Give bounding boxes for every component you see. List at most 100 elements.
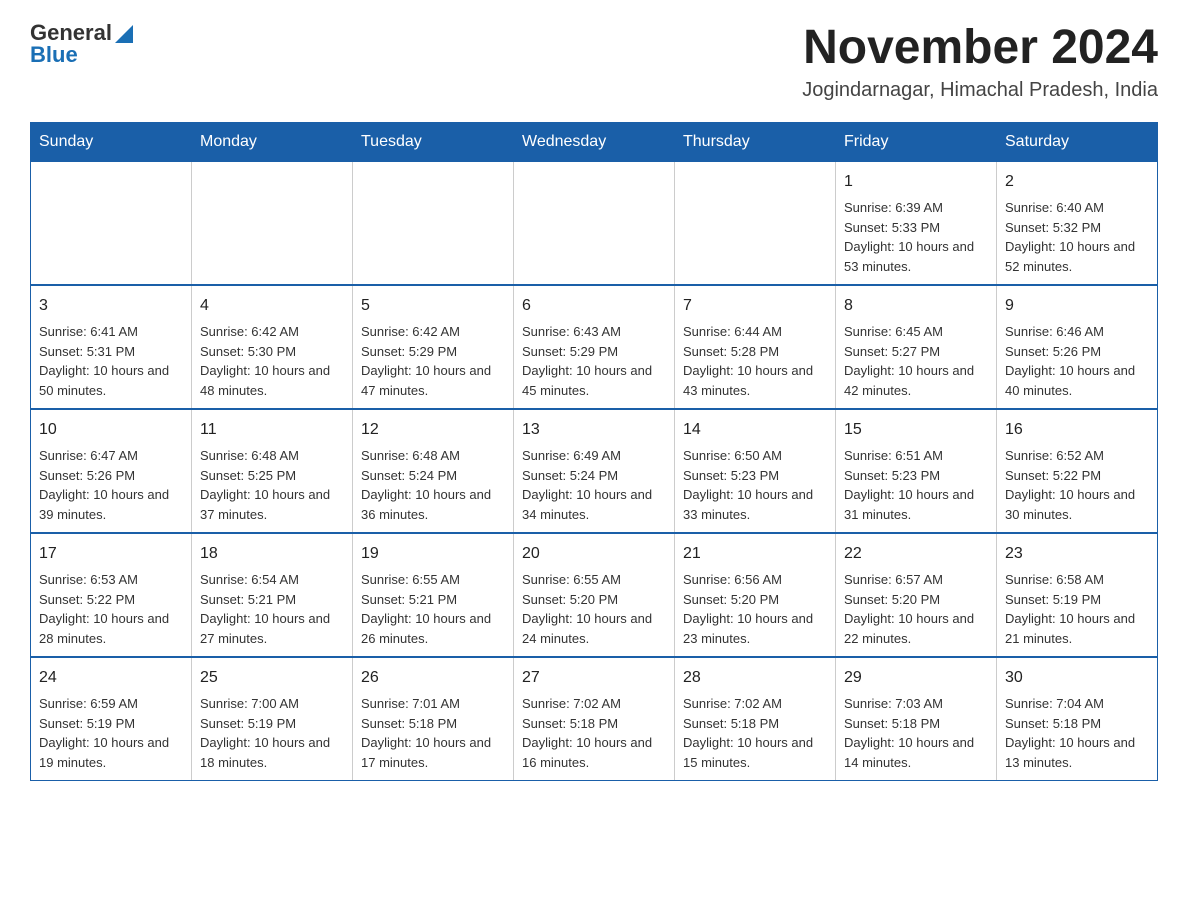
- day-info: Sunrise: 6:58 AMSunset: 5:19 PMDaylight:…: [1005, 570, 1149, 648]
- day-info: Sunrise: 7:03 AMSunset: 5:18 PMDaylight:…: [844, 694, 988, 772]
- calendar-day-header: Monday: [192, 123, 353, 162]
- day-info: Sunrise: 6:57 AMSunset: 5:20 PMDaylight:…: [844, 570, 988, 648]
- logo-blue: Blue: [30, 42, 78, 68]
- day-number: 24: [39, 666, 183, 690]
- calendar-day-cell: 30Sunrise: 7:04 AMSunset: 5:18 PMDayligh…: [997, 657, 1158, 781]
- calendar-day-cell: 1 Sunrise: 6:39 AMSunset: 5:33 PMDaylight…: [836, 162, 997, 286]
- calendar-day-cell: 29 Sunrise: 7:03 AMSunset: 5:18 PMDayligh…: [836, 657, 997, 781]
- day-number: 1: [844, 170, 988, 194]
- calendar-day-cell: 8Sunrise: 6:45 AMSunset: 5:27 PMDaylight…: [836, 285, 997, 409]
- day-info: Sunrise: 6:48 AMSunset: 5:25 PMDaylight:…: [200, 446, 344, 524]
- calendar-week-row: 24 Sunrise: 6:59 AMSunset: 5:19 PMDayligh…: [31, 657, 1158, 781]
- day-number: 3: [39, 294, 183, 318]
- day-number: 9: [1005, 294, 1149, 318]
- day-number: 11: [200, 418, 344, 442]
- day-number: 10: [39, 418, 183, 442]
- calendar-day-cell: 7 Sunrise: 6:44 AMSunset: 5:28 PMDaylight…: [675, 285, 836, 409]
- day-number: 19: [361, 542, 505, 566]
- calendar-day-cell: [31, 162, 192, 286]
- calendar-day-cell: 6 Sunrise: 6:43 AMSunset: 5:29 PMDaylight…: [514, 285, 675, 409]
- day-info: Sunrise: 7:00 AMSunset: 5:19 PMDaylight:…: [200, 694, 344, 772]
- calendar-day-cell: 13 Sunrise: 6:49 AMSunset: 5:24 PMDayligh…: [514, 409, 675, 533]
- calendar-day-cell: 3 Sunrise: 6:41 AMSunset: 5:31 PMDaylight…: [31, 285, 192, 409]
- calendar-day-header: Sunday: [31, 123, 192, 162]
- day-info: Sunrise: 6:42 AMSunset: 5:30 PMDaylight:…: [200, 322, 344, 400]
- day-info: Sunrise: 6:59 AMSunset: 5:19 PMDaylight:…: [39, 694, 183, 772]
- day-info: Sunrise: 7:02 AMSunset: 5:18 PMDaylight:…: [522, 694, 666, 772]
- calendar-day-header: Thursday: [675, 123, 836, 162]
- day-number: 25: [200, 666, 344, 690]
- calendar-week-row: 1 Sunrise: 6:39 AMSunset: 5:33 PMDaylight…: [31, 162, 1158, 286]
- calendar-day-cell: [514, 162, 675, 286]
- page-header: General Blue November 2024 Jogindarnagar…: [30, 20, 1158, 102]
- calendar-header-row: SundayMondayTuesdayWednesdayThursdayFrid…: [31, 123, 1158, 162]
- calendar-day-cell: 15 Sunrise: 6:51 AMSunset: 5:23 PMDayligh…: [836, 409, 997, 533]
- day-info: Sunrise: 6:53 AMSunset: 5:22 PMDaylight:…: [39, 570, 183, 648]
- day-number: 5: [361, 294, 505, 318]
- day-number: 16: [1005, 418, 1149, 442]
- day-info: Sunrise: 6:51 AMSunset: 5:23 PMDaylight:…: [844, 446, 988, 524]
- calendar-day-cell: 21Sunrise: 6:56 AMSunset: 5:20 PMDayligh…: [675, 533, 836, 657]
- day-info: Sunrise: 6:40 AMSunset: 5:32 PMDaylight:…: [1005, 198, 1149, 276]
- calendar-day-cell: 18 Sunrise: 6:54 AMSunset: 5:21 PMDayligh…: [192, 533, 353, 657]
- calendar-day-cell: 2 Sunrise: 6:40 AMSunset: 5:32 PMDaylight…: [997, 162, 1158, 286]
- day-number: 29: [844, 666, 988, 690]
- calendar-day-cell: 9 Sunrise: 6:46 AMSunset: 5:26 PMDaylight…: [997, 285, 1158, 409]
- day-number: 7: [683, 294, 827, 318]
- day-number: 13: [522, 418, 666, 442]
- day-info: Sunrise: 6:49 AMSunset: 5:24 PMDaylight:…: [522, 446, 666, 524]
- day-info: Sunrise: 6:55 AMSunset: 5:20 PMDaylight:…: [522, 570, 666, 648]
- day-info: Sunrise: 6:55 AMSunset: 5:21 PMDaylight:…: [361, 570, 505, 648]
- day-number: 6: [522, 294, 666, 318]
- day-number: 30: [1005, 666, 1149, 690]
- day-info: Sunrise: 7:01 AMSunset: 5:18 PMDaylight:…: [361, 694, 505, 772]
- day-info: Sunrise: 6:43 AMSunset: 5:29 PMDaylight:…: [522, 322, 666, 400]
- calendar-day-cell: 23 Sunrise: 6:58 AMSunset: 5:19 PMDayligh…: [997, 533, 1158, 657]
- calendar-day-cell: [192, 162, 353, 286]
- day-info: Sunrise: 6:45 AMSunset: 5:27 PMDaylight:…: [844, 322, 988, 400]
- calendar-day-cell: 14 Sunrise: 6:50 AMSunset: 5:23 PMDayligh…: [675, 409, 836, 533]
- day-number: 18: [200, 542, 344, 566]
- calendar-day-cell: 11 Sunrise: 6:48 AMSunset: 5:25 PMDayligh…: [192, 409, 353, 533]
- calendar-week-row: 3 Sunrise: 6:41 AMSunset: 5:31 PMDaylight…: [31, 285, 1158, 409]
- day-number: 26: [361, 666, 505, 690]
- day-number: 23: [1005, 542, 1149, 566]
- day-info: Sunrise: 6:48 AMSunset: 5:24 PMDaylight:…: [361, 446, 505, 524]
- day-number: 21: [683, 542, 827, 566]
- calendar-day-cell: 10 Sunrise: 6:47 AMSunset: 5:26 PMDayligh…: [31, 409, 192, 533]
- day-info: Sunrise: 6:42 AMSunset: 5:29 PMDaylight:…: [361, 322, 505, 400]
- day-number: 2: [1005, 170, 1149, 194]
- day-info: Sunrise: 6:54 AMSunset: 5:21 PMDaylight:…: [200, 570, 344, 648]
- day-number: 4: [200, 294, 344, 318]
- calendar-week-row: 17 Sunrise: 6:53 AMSunset: 5:22 PMDayligh…: [31, 533, 1158, 657]
- calendar-table: SundayMondayTuesdayWednesdayThursdayFrid…: [30, 122, 1158, 781]
- calendar-day-cell: 17 Sunrise: 6:53 AMSunset: 5:22 PMDayligh…: [31, 533, 192, 657]
- day-number: 20: [522, 542, 666, 566]
- day-number: 17: [39, 542, 183, 566]
- month-title: November 2024: [802, 20, 1158, 75]
- day-info: Sunrise: 6:41 AMSunset: 5:31 PMDaylight:…: [39, 322, 183, 400]
- day-info: Sunrise: 6:52 AMSunset: 5:22 PMDaylight:…: [1005, 446, 1149, 524]
- calendar-day-header: Wednesday: [514, 123, 675, 162]
- calendar-day-cell: 22Sunrise: 6:57 AMSunset: 5:20 PMDayligh…: [836, 533, 997, 657]
- day-info: Sunrise: 6:44 AMSunset: 5:28 PMDaylight:…: [683, 322, 827, 400]
- calendar-day-cell: 16 Sunrise: 6:52 AMSunset: 5:22 PMDayligh…: [997, 409, 1158, 533]
- calendar-day-cell: 26 Sunrise: 7:01 AMSunset: 5:18 PMDayligh…: [353, 657, 514, 781]
- day-info: Sunrise: 6:39 AMSunset: 5:33 PMDaylight:…: [844, 198, 988, 276]
- calendar-day-cell: 27 Sunrise: 7:02 AMSunset: 5:18 PMDayligh…: [514, 657, 675, 781]
- location-title: Jogindarnagar, Himachal Pradesh, India: [802, 79, 1158, 102]
- calendar-week-row: 10 Sunrise: 6:47 AMSunset: 5:26 PMDayligh…: [31, 409, 1158, 533]
- logo: General Blue: [30, 20, 133, 68]
- day-number: 15: [844, 418, 988, 442]
- day-number: 27: [522, 666, 666, 690]
- calendar-day-cell: 25 Sunrise: 7:00 AMSunset: 5:19 PMDayligh…: [192, 657, 353, 781]
- day-info: Sunrise: 6:46 AMSunset: 5:26 PMDaylight:…: [1005, 322, 1149, 400]
- calendar-day-cell: 12Sunrise: 6:48 AMSunset: 5:24 PMDayligh…: [353, 409, 514, 533]
- day-info: Sunrise: 6:47 AMSunset: 5:26 PMDaylight:…: [39, 446, 183, 524]
- calendar-day-cell: 24 Sunrise: 6:59 AMSunset: 5:19 PMDayligh…: [31, 657, 192, 781]
- logo-triangle-icon: [115, 25, 133, 43]
- day-info: Sunrise: 6:50 AMSunset: 5:23 PMDaylight:…: [683, 446, 827, 524]
- calendar-day-cell: 28Sunrise: 7:02 AMSunset: 5:18 PMDayligh…: [675, 657, 836, 781]
- calendar-day-cell: 20 Sunrise: 6:55 AMSunset: 5:20 PMDayligh…: [514, 533, 675, 657]
- day-number: 14: [683, 418, 827, 442]
